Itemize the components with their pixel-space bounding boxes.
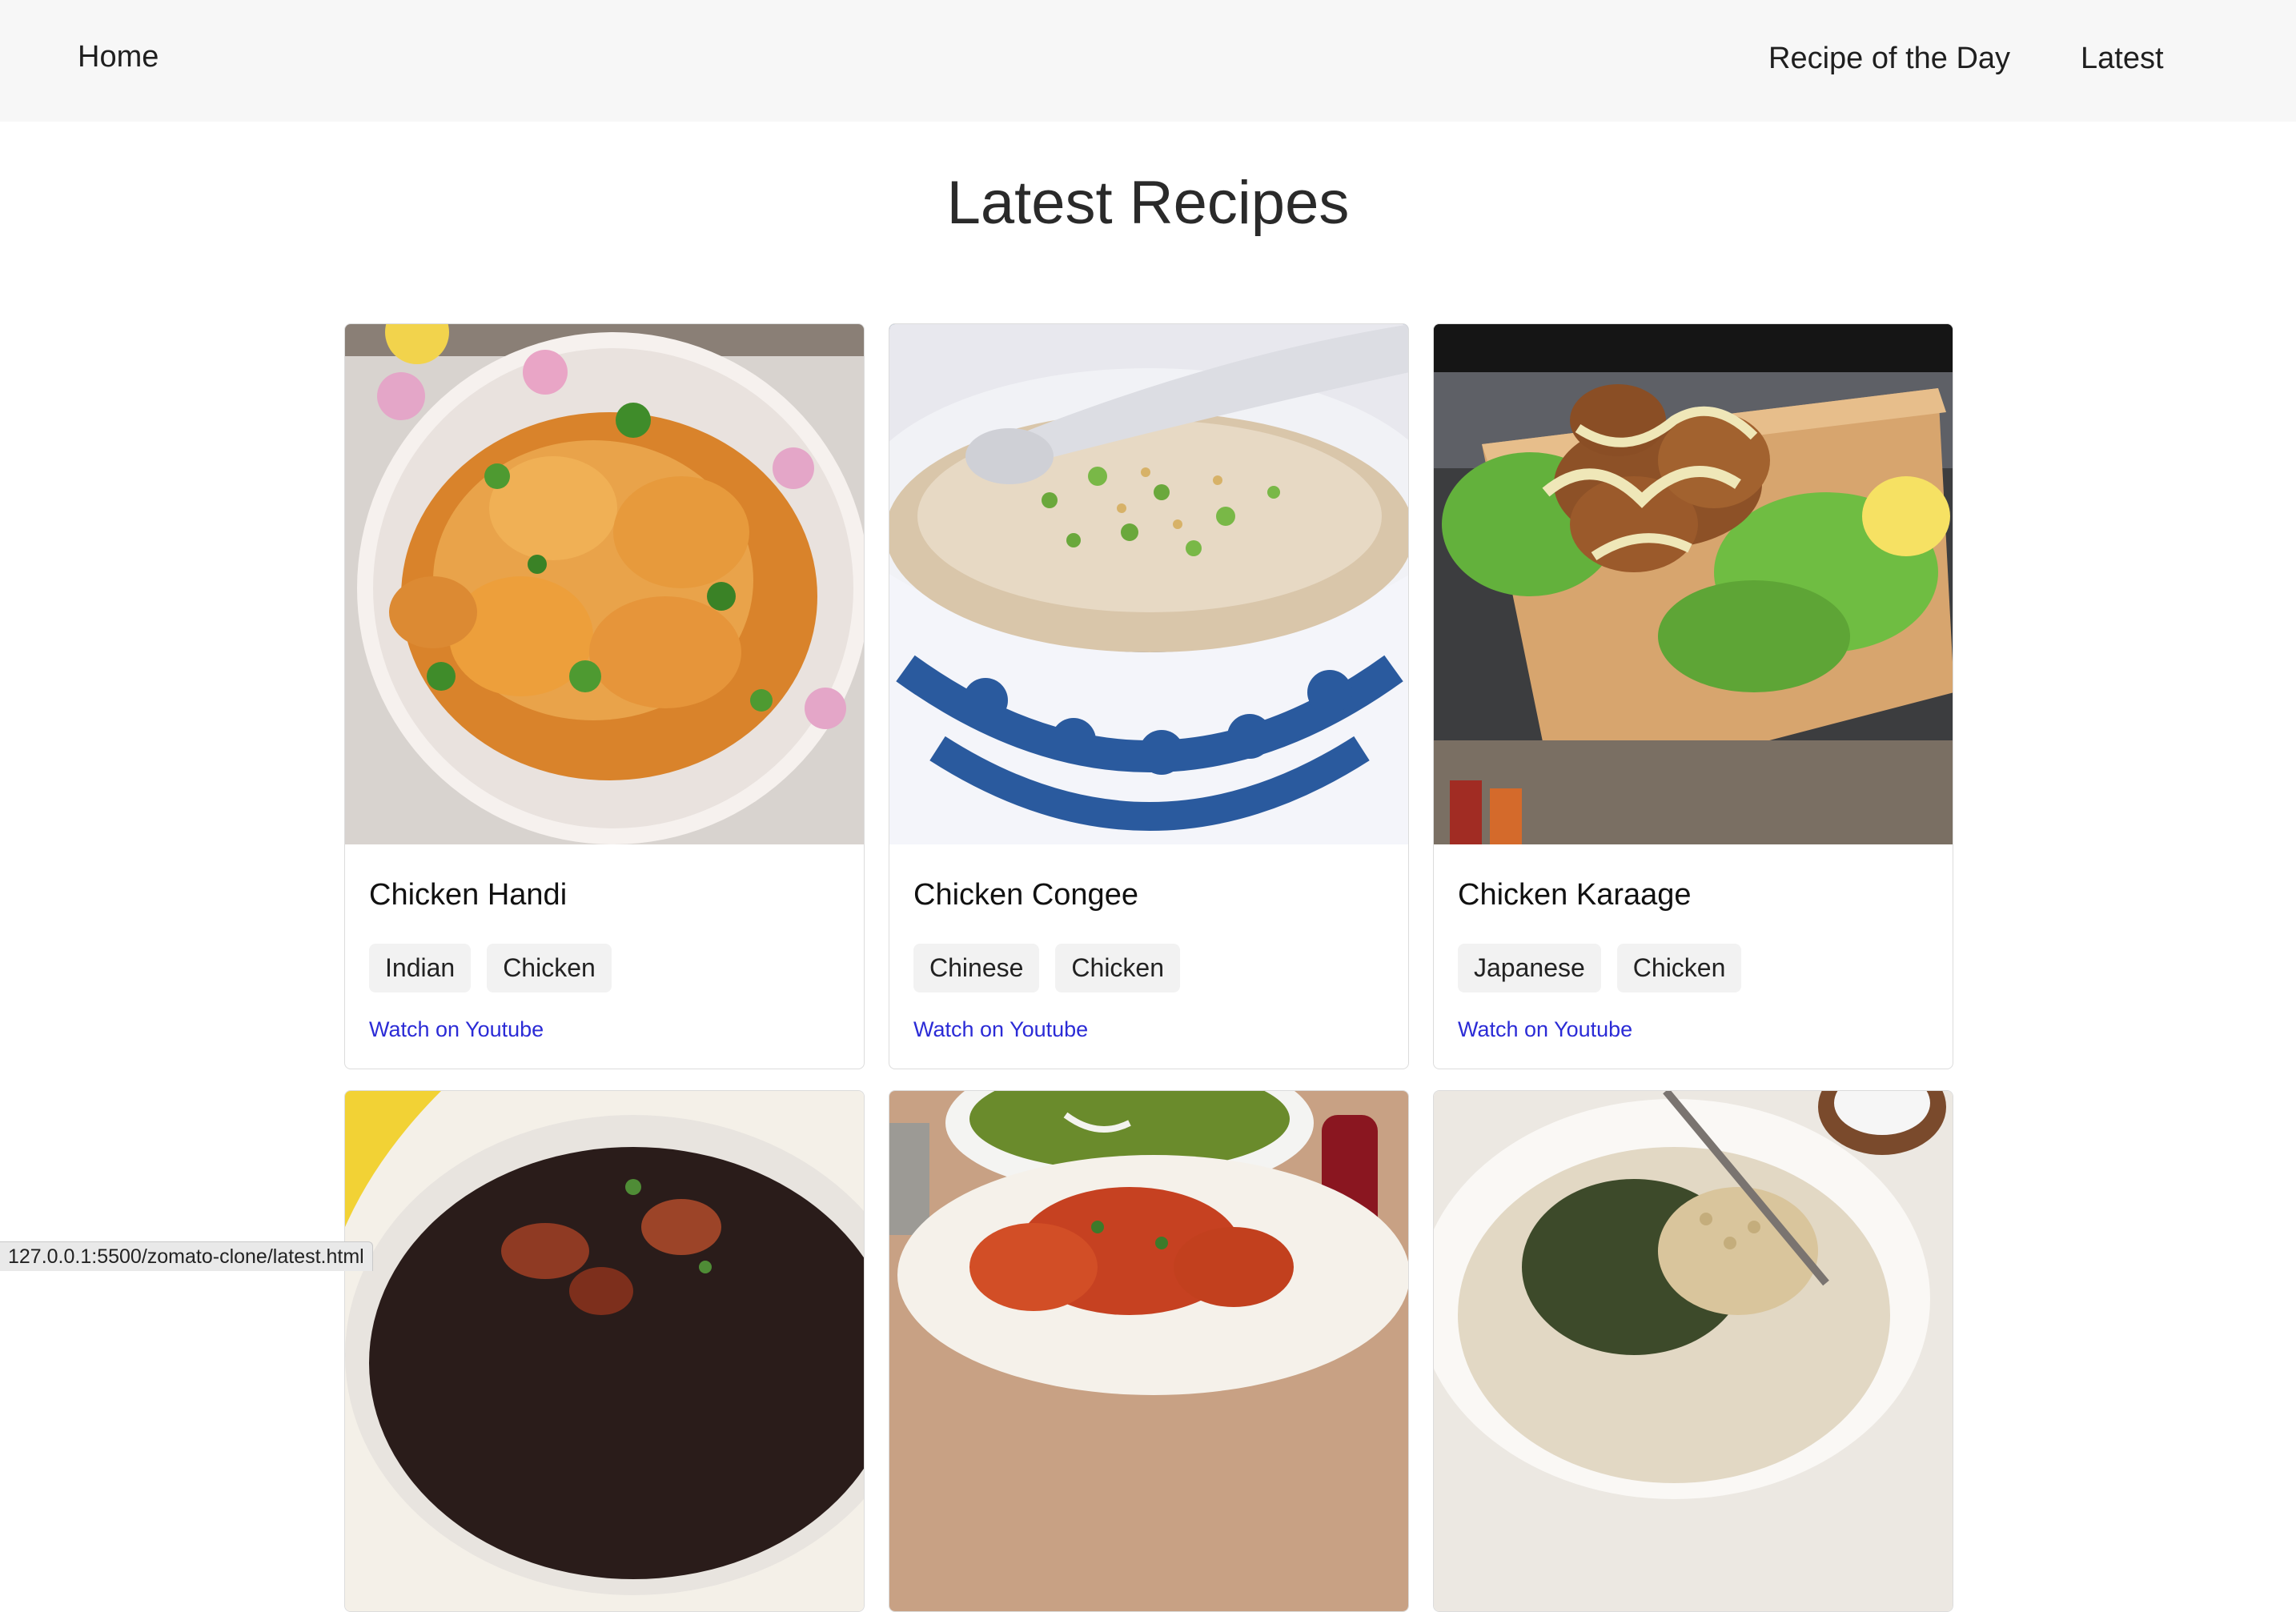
recipe-card[interactable]: Chicken Karaage Japanese Chicken Watch o… — [1433, 323, 1953, 1069]
recipe-image[interactable] — [345, 324, 864, 844]
recipe-image[interactable] — [889, 1091, 1408, 1611]
recipe-image[interactable] — [889, 324, 1408, 844]
recipe-card[interactable] — [344, 1090, 865, 1612]
recipe-card[interactable]: Chicken Congee Chinese Chicken Watch on … — [889, 323, 1409, 1069]
recipe-title[interactable]: Chicken Karaage — [1458, 878, 1692, 912]
watch-youtube-link[interactable]: Watch on Youtube — [1458, 1017, 1632, 1042]
congee-bowl-image — [889, 324, 1408, 844]
recipe-card[interactable] — [1433, 1090, 1953, 1612]
watch-youtube-link[interactable]: Watch on Youtube — [369, 1017, 544, 1042]
dutch-oven-image — [345, 1091, 864, 1611]
recipe-tags: Chinese Chicken — [913, 944, 1180, 992]
recipe-tags: Indian Chicken — [369, 944, 612, 992]
recipe-image[interactable] — [1434, 324, 1953, 844]
nav-home-link[interactable]: Home — [78, 40, 159, 74]
recipe-tags: Japanese Chicken — [1458, 944, 1741, 992]
nav-recipe-of-the-day-link[interactable]: Recipe of the Day — [1768, 42, 2010, 76]
nav-latest-link[interactable]: Latest — [2081, 42, 2164, 76]
cuisine-tag: Chinese — [913, 944, 1039, 992]
curry-dish-image — [345, 324, 864, 844]
category-tag: Chicken — [487, 944, 612, 992]
cuisine-tag: Japanese — [1458, 944, 1601, 992]
browser-status-bar: 127.0.0.1:5500/zomato-clone/latest.html — [0, 1241, 373, 1271]
recipe-card[interactable]: Chicken Handi Indian Chicken Watch on Yo… — [344, 323, 865, 1069]
tandoori-platter-image — [889, 1091, 1408, 1611]
recipe-image[interactable] — [1434, 1091, 1953, 1611]
recipe-title[interactable]: Chicken Handi — [369, 878, 567, 912]
bean-dish-image — [1434, 1091, 1953, 1611]
cuisine-tag: Indian — [369, 944, 471, 992]
top-navbar: Home Recipe of the Day Latest — [0, 0, 2296, 122]
watch-youtube-link[interactable]: Watch on Youtube — [913, 1017, 1088, 1042]
category-tag: Chicken — [1055, 944, 1180, 992]
recipe-title[interactable]: Chicken Congee — [913, 878, 1138, 912]
fried-chicken-image — [1434, 324, 1953, 844]
page-title: Latest Recipes — [0, 168, 2296, 238]
recipe-image[interactable] — [345, 1091, 864, 1611]
recipe-card[interactable] — [889, 1090, 1409, 1612]
category-tag: Chicken — [1617, 944, 1742, 992]
